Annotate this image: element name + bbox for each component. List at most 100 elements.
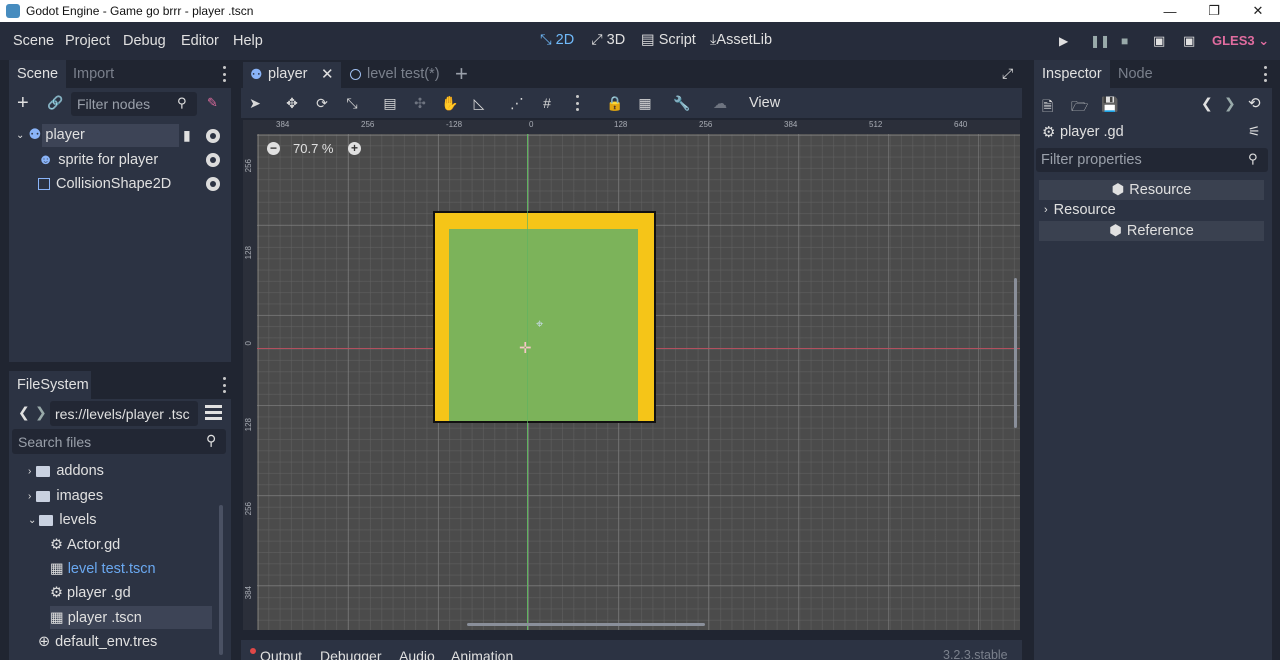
mode-assetlib-button[interactable]: ⤓AssetLib	[710, 32, 772, 48]
tab-output[interactable]: Output	[260, 648, 302, 660]
filter-properties-input[interactable]: Filter properties ⚲	[1036, 148, 1268, 172]
mode-script-button[interactable]: ▤ Script	[641, 32, 696, 48]
scene-dock-menu-icon[interactable]	[222, 66, 226, 82]
tab-node[interactable]: Node	[1110, 60, 1161, 88]
history-forward-icon[interactable]: ❯	[1224, 95, 1236, 112]
3d-icon: ⤢	[591, 32, 603, 48]
pivot-icon[interactable]: ✣	[410, 93, 430, 113]
tab-level-test[interactable]: level test(*)	[345, 64, 450, 88]
play-icon[interactable]: ▶	[1059, 34, 1068, 48]
inspector-menu-icon[interactable]	[1263, 66, 1267, 82]
group-icon[interactable]: ▦	[635, 93, 655, 113]
menu-debug[interactable]: Debug	[123, 33, 166, 49]
filesystem-scrollbar[interactable]	[219, 505, 223, 655]
inspector-object-name[interactable]: player .gd	[1060, 124, 1124, 140]
history-back-icon[interactable]: ❮	[1201, 95, 1213, 112]
filesystem-menu-icon[interactable]	[222, 377, 226, 393]
canvas-viewport[interactable]: ⌖ ✛ − 70.7 % +	[257, 134, 1020, 630]
renderer-dropdown[interactable]: GLES3 ⌄	[1212, 33, 1269, 49]
mode-3d-button[interactable]: ⤢ 3D	[591, 32, 625, 48]
play-scene-icon[interactable]: ▣	[1153, 33, 1165, 49]
pause-icon[interactable]: ❚❚	[1090, 34, 1110, 48]
inspector-category-reference[interactable]: ⬢ Reference	[1039, 221, 1264, 241]
search-files-input[interactable]: Search files ⚲	[12, 429, 226, 454]
tab-inspector[interactable]: Inspector	[1034, 60, 1110, 88]
zoom-out-icon[interactable]: −	[267, 142, 280, 155]
back-icon[interactable]: ❮	[18, 404, 30, 421]
vertical-scrollbar[interactable]	[1014, 278, 1017, 428]
lock-icon[interactable]: 🔒	[605, 93, 625, 113]
new-resource-icon[interactable]: 🗎	[1042, 96, 1053, 120]
menu-project[interactable]: Project	[65, 33, 110, 49]
player-sprite[interactable]	[433, 211, 656, 423]
attach-script-icon[interactable]: ✎	[207, 95, 218, 111]
chevron-right-icon: ›	[28, 465, 32, 477]
tree-node-sprite[interactable]: ☻ sprite for player	[38, 149, 158, 171]
open-resource-icon[interactable]: 🗁	[1071, 96, 1088, 120]
object-properties-icon[interactable]: ⚟	[1248, 123, 1261, 140]
ruler-mode-icon[interactable]: ◺	[469, 93, 489, 113]
horizontal-scrollbar[interactable]	[467, 623, 705, 626]
menu-scene[interactable]: Scene	[13, 33, 54, 49]
zoom-in-icon[interactable]: +	[348, 142, 361, 155]
tab-animation[interactable]: Animation	[451, 648, 513, 660]
link-icon[interactable]: 🔗	[47, 95, 63, 111]
fs-file-default-env[interactable]: ⊕ default_env.tres	[38, 631, 157, 653]
fs-folder-images[interactable]: › images	[28, 485, 103, 507]
view-menu[interactable]: View	[749, 95, 780, 111]
filesystem-path-field[interactable]: res://levels/player .tsc	[50, 401, 198, 426]
save-resource-icon[interactable]: 💾	[1101, 96, 1118, 113]
tab-audio[interactable]: Audio	[399, 648, 435, 660]
fs-folder-addons[interactable]: › addons	[28, 460, 104, 482]
restore-icon[interactable]: ❐	[1192, 0, 1236, 22]
visibility-eye-icon[interactable]	[206, 153, 220, 167]
pan-mode-icon[interactable]: ✋	[440, 93, 460, 113]
filter-nodes-input[interactable]: Filter nodes ⚲	[71, 92, 197, 116]
tree-node-player[interactable]: ⌄ ⚉ player	[16, 124, 85, 146]
minimize-icon[interactable]: —	[1148, 0, 1192, 22]
move-mode-icon[interactable]: ✥	[282, 93, 302, 113]
stop-icon[interactable]: ■	[1121, 34, 1128, 48]
snap-options-icon[interactable]	[575, 95, 579, 111]
fs-file-actor[interactable]: ⚙ Actor.gd	[50, 534, 120, 556]
inspector-category-resource[interactable]: ⬢ Resource	[1039, 180, 1264, 200]
new-tab-icon[interactable]: +	[455, 61, 468, 87]
fs-file-player-gd[interactable]: ⚙ player .gd	[50, 582, 131, 604]
mode-2d-button[interactable]: ⤡ 2D	[540, 32, 574, 48]
forward-icon[interactable]: ❯	[35, 404, 47, 421]
scale-mode-icon[interactable]: ⤡	[342, 93, 362, 113]
grid-snap-icon[interactable]: #	[537, 93, 557, 113]
list-select-icon[interactable]: ▤	[380, 93, 400, 113]
distraction-free-icon[interactable]: ⤢	[1002, 65, 1013, 82]
zoom-level[interactable]: 70.7 %	[293, 141, 333, 156]
fs-file-player-tscn[interactable]: ▦ player .tscn	[50, 607, 142, 629]
split-view-icon[interactable]	[205, 405, 222, 421]
tab-debugger[interactable]: Debugger	[320, 648, 382, 660]
tab-scene[interactable]: Scene	[9, 60, 67, 88]
cube-icon: ⬢	[1109, 223, 1122, 239]
menu-editor[interactable]: Editor	[181, 33, 219, 49]
history-icon[interactable]: ⟲	[1248, 94, 1261, 112]
add-node-icon[interactable]: +	[17, 92, 29, 115]
rotate-mode-icon[interactable]: ⟳	[312, 93, 332, 113]
smart-snap-icon[interactable]: ⋰	[507, 93, 527, 113]
menu-help[interactable]: Help	[233, 33, 263, 49]
visibility-eye-icon[interactable]	[206, 177, 220, 191]
tree-node-collision[interactable]: CollisionShape2D	[38, 173, 171, 195]
tab-filesystem[interactable]: FileSystem	[9, 371, 91, 399]
select-mode-icon[interactable]: ➤	[245, 93, 265, 113]
tab-import[interactable]: Import	[65, 60, 122, 88]
fs-file-level-test[interactable]: ▦ level test.tscn	[50, 558, 156, 580]
close-tab-icon[interactable]: ✕	[321, 65, 334, 83]
camera-override-icon[interactable]: ☁	[710, 93, 730, 113]
filesystem-dock-tabs: FileSystem	[9, 371, 231, 399]
close-icon[interactable]: ✕	[1236, 0, 1280, 22]
tab-player[interactable]: ⚉ player ✕	[243, 62, 341, 88]
visibility-eye-icon[interactable]	[206, 129, 220, 143]
play-custom-scene-icon[interactable]: ▣	[1183, 33, 1195, 49]
fs-folder-levels[interactable]: ⌄ levels	[28, 509, 96, 531]
script-attached-icon[interactable]: ▮	[183, 127, 191, 144]
bone-icon[interactable]: 🔧	[672, 93, 692, 113]
inspector-section-resource[interactable]: › Resource	[1039, 200, 1264, 220]
inspector-section-label: Resource	[1053, 202, 1116, 218]
